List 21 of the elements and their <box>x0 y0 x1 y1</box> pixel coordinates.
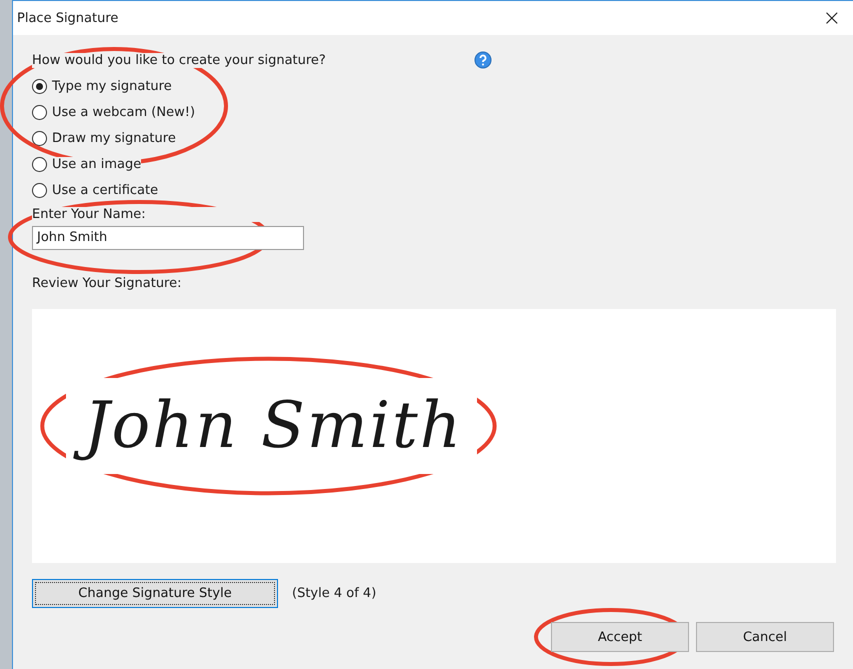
radio-option[interactable]: Use an image <box>32 151 837 177</box>
style-note: (Style 4 of 4) <box>292 586 376 601</box>
radio-button[interactable] <box>32 156 47 172</box>
radio-button[interactable] <box>32 78 47 94</box>
accept-button[interactable]: Accept <box>551 622 689 652</box>
change-style-button[interactable]: Change Signature Style <box>32 579 278 608</box>
name-field[interactable]: John Smith <box>32 226 304 250</box>
close-button[interactable]: × <box>816 6 847 30</box>
cancel-button[interactable]: Cancel <box>696 622 834 652</box>
radio-option[interactable]: Type my signature <box>32 73 837 99</box>
radio-button[interactable] <box>32 130 47 146</box>
window-title: Place Signature <box>17 10 118 26</box>
signature-text: John Smith <box>66 378 477 474</box>
radio-option[interactable]: Use a webcam (New!) <box>32 99 837 125</box>
review-label: Review Your Signature: <box>32 276 182 291</box>
radio-option[interactable]: Draw my signature <box>32 125 837 151</box>
question-text: How would you like to create your signature? <box>32 52 326 68</box>
radio-button[interactable] <box>32 104 47 120</box>
help-icon[interactable] <box>474 51 492 69</box>
radio-option[interactable]: Use a certificate <box>32 177 837 203</box>
radio-button[interactable] <box>32 182 47 198</box>
